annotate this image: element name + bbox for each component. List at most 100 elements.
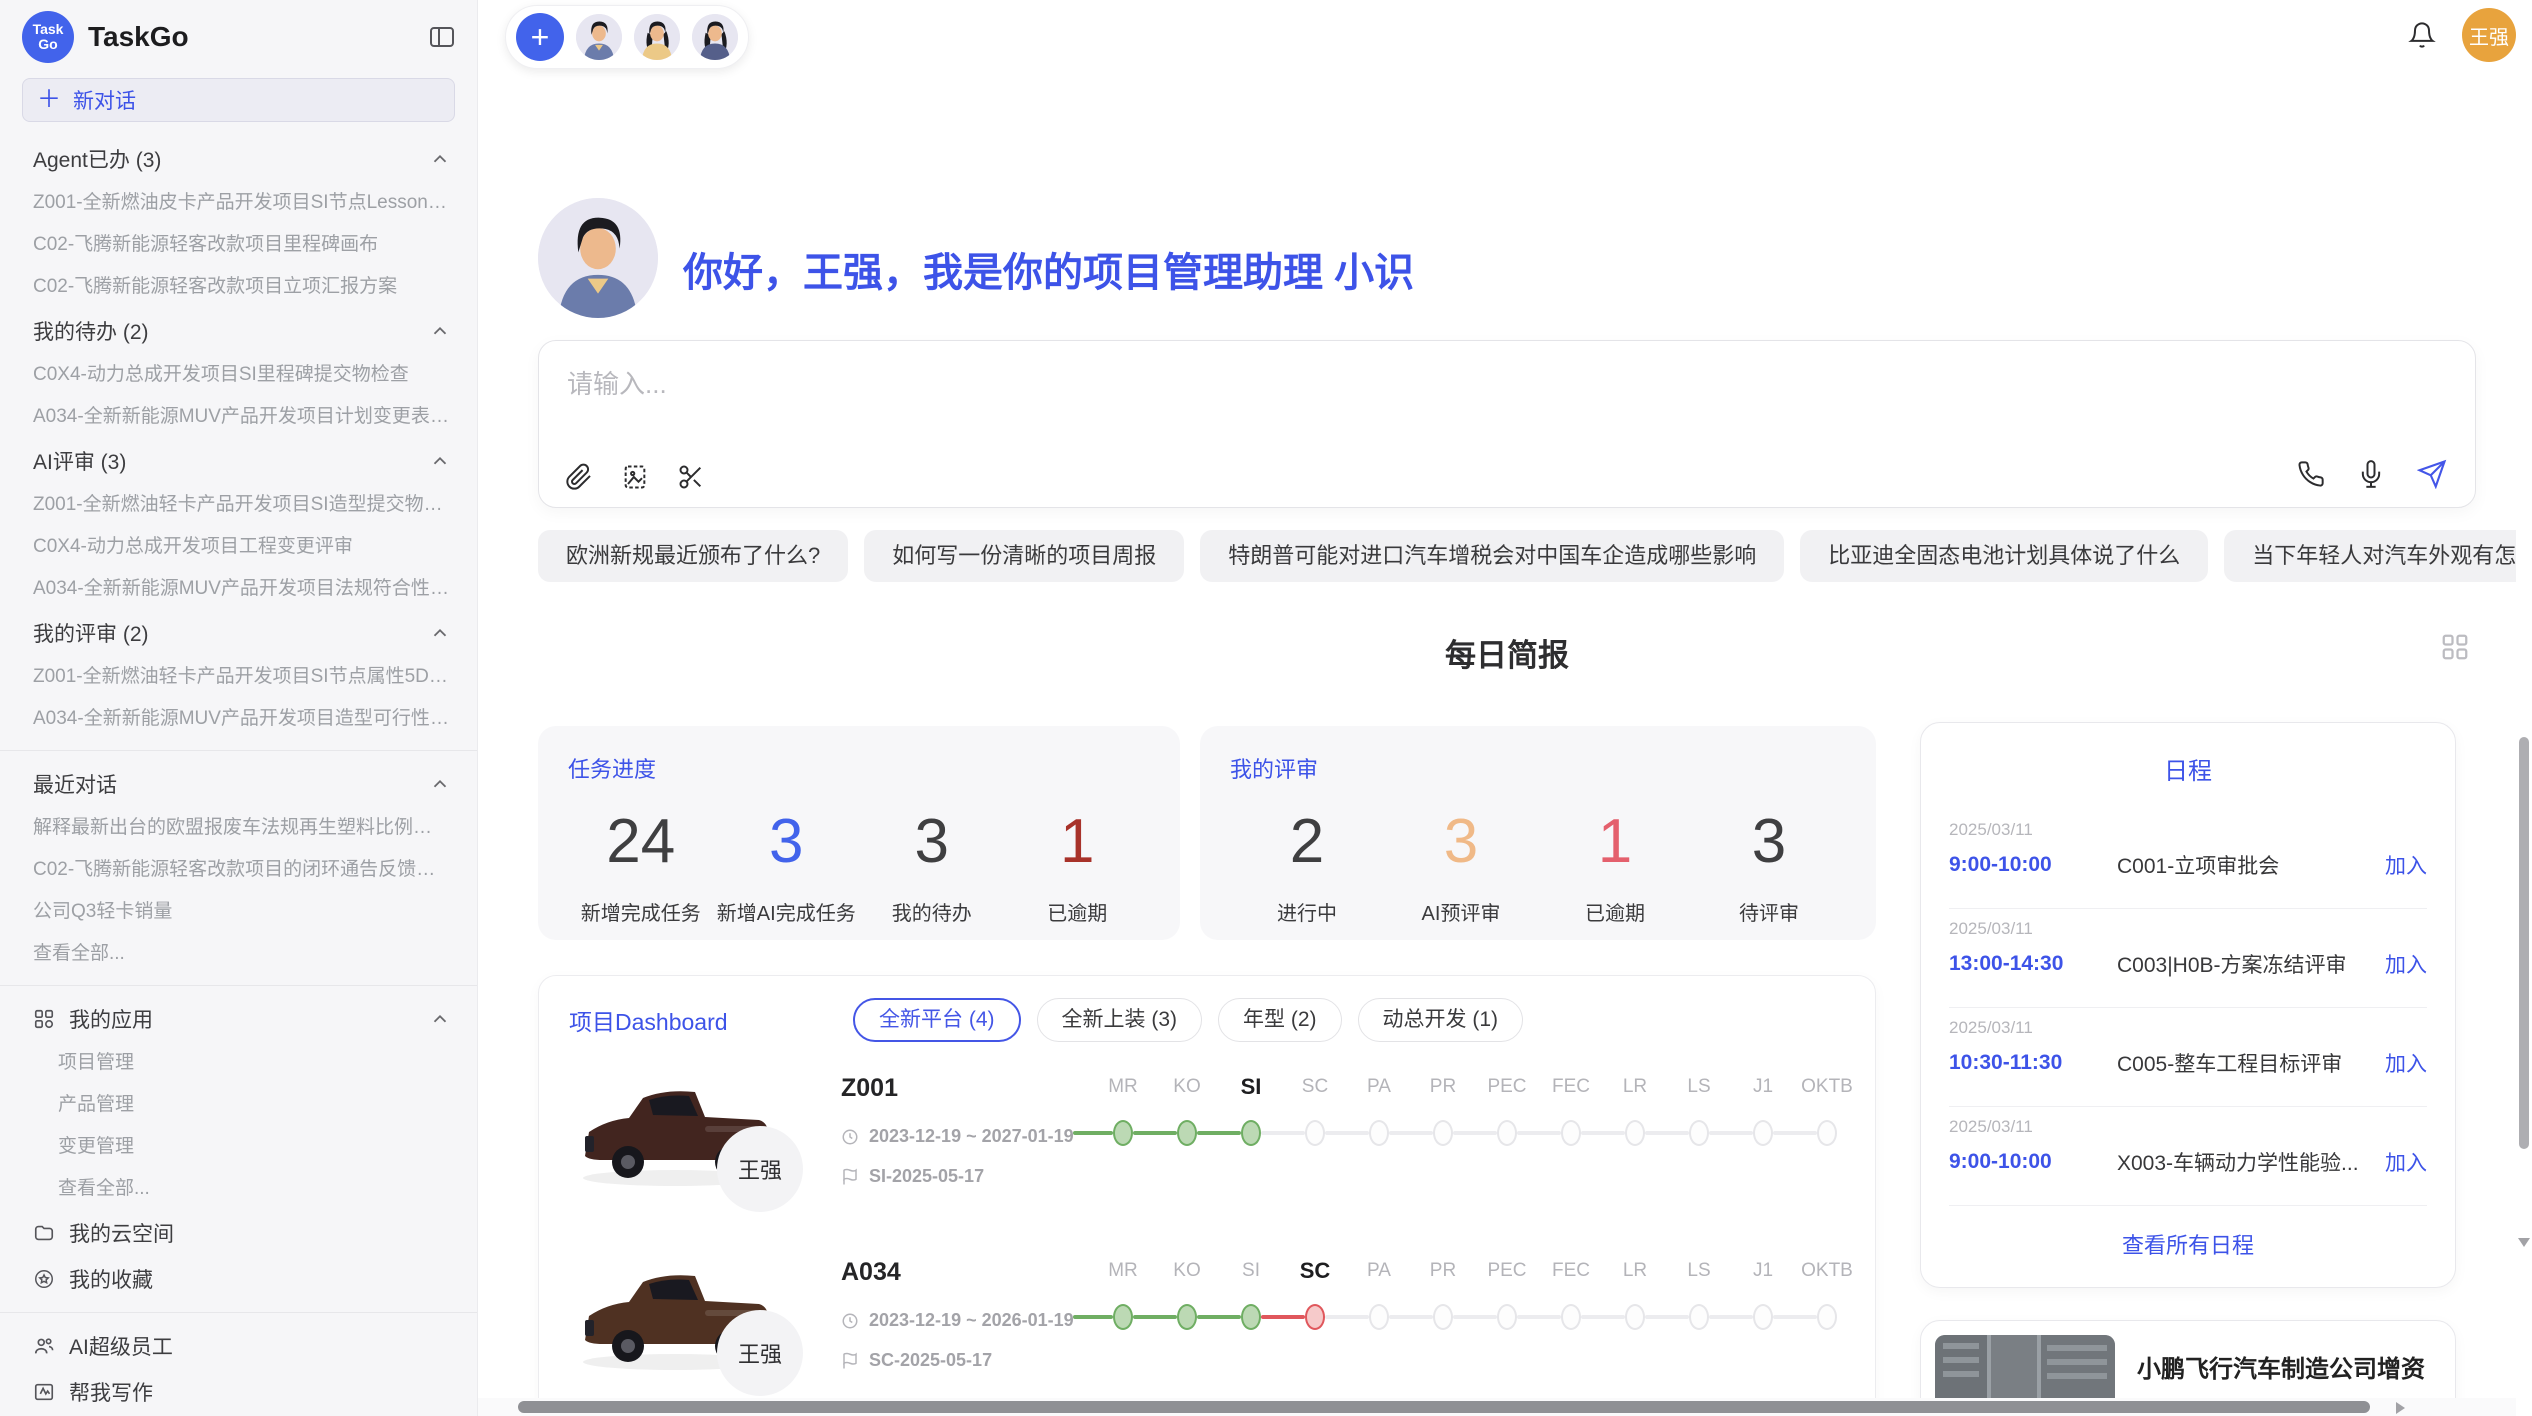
scroll-down-arrow[interactable]	[2518, 1238, 2530, 1247]
sidebar-task-item[interactable]: C02-飞腾新能源轻客改款项目里程碑画布	[0, 224, 477, 266]
chevron-up-icon[interactable]	[429, 1008, 451, 1030]
milestone-node[interactable]	[1113, 1304, 1133, 1330]
stat-item: 3我的待办	[859, 806, 1005, 926]
sidebar-item-cloud-space[interactable]: 我的云空间	[0, 1210, 477, 1256]
new-session-button[interactable]: +	[516, 13, 564, 61]
stat-label: 新增完成任务	[568, 897, 714, 926]
phone-icon[interactable]	[2297, 460, 2325, 488]
sidebar-recent-item[interactable]: 查看全部...	[0, 933, 477, 975]
layout-grid-icon[interactable]	[2440, 632, 2470, 662]
view-all-schedule-link[interactable]: 查看所有日程	[1949, 1206, 2427, 1282]
chat-input[interactable]	[565, 357, 1969, 411]
image-icon[interactable]	[621, 463, 649, 491]
milestone-node[interactable]	[1689, 1304, 1709, 1330]
send-icon[interactable]	[2417, 459, 2447, 489]
join-link[interactable]: 加入	[2385, 850, 2427, 880]
scissors-icon[interactable]	[677, 463, 705, 491]
schedule-date: 2025/03/11	[1949, 1018, 2427, 1038]
collapse-sidebar-icon[interactable]	[429, 25, 455, 49]
milestone-node[interactable]	[1753, 1120, 1773, 1146]
sidebar-app-item[interactable]: 产品管理	[0, 1084, 477, 1126]
sidebar-item-label: 帮我写作	[69, 1377, 451, 1407]
paperclip-icon[interactable]	[565, 463, 593, 491]
suggestion-chip[interactable]: 欧洲新规最近颁布了什么?	[538, 530, 848, 582]
milestone-node[interactable]	[1625, 1120, 1645, 1146]
milestone-node[interactable]	[1241, 1304, 1261, 1330]
join-link[interactable]: 加入	[2385, 1147, 2427, 1177]
sidebar-recent-item[interactable]: 公司Q3轻卡销量	[0, 891, 477, 933]
milestone-node[interactable]	[1433, 1120, 1453, 1146]
agent-avatar-1[interactable]	[576, 14, 622, 60]
input-attachments	[565, 463, 705, 491]
horizontal-scrollbar-thumb[interactable]	[518, 1401, 2370, 1413]
suggestion-chip[interactable]: 特朗普可能对进口汽车增税会对中国车企造成哪些影响	[1200, 530, 1784, 582]
sidebar-item-favorites[interactable]: 我的收藏	[0, 1256, 477, 1302]
scroll-right-arrow[interactable]	[2396, 1402, 2405, 1414]
sidebar-task-item[interactable]: A034-全新新能源MUV产品开发项目计划变更表编写	[0, 396, 477, 438]
milestone-node[interactable]	[1689, 1120, 1709, 1146]
sidebar-recent-item[interactable]: 解释最新出台的欧盟报废车法规再生塑料比例被调至15%...	[0, 807, 477, 849]
sidebar-section-header: 最近对话	[0, 761, 477, 807]
chevron-up-icon[interactable]	[429, 622, 451, 644]
chevron-up-icon[interactable]	[429, 450, 451, 472]
sidebar-task-item[interactable]: C0X4-动力总成开发项目工程变更评审	[0, 526, 477, 568]
sidebar-task-item[interactable]: A034-全新新能源MUV产品开发项目造型可行性评审	[0, 698, 477, 740]
milestone-label: PA	[1347, 1256, 1411, 1286]
schedule-date: 2025/03/11	[1949, 1117, 2427, 1137]
dashboard-filter-chip[interactable]: 全新平台 (4)	[853, 998, 1021, 1042]
milestone-node[interactable]	[1305, 1120, 1325, 1146]
milestone-node[interactable]	[1177, 1304, 1197, 1330]
join-link[interactable]: 加入	[2385, 1048, 2427, 1078]
suggestion-chip[interactable]: 当下年轻人对汽车外观有怎样的喜好趋势	[2224, 530, 2532, 582]
milestone-node[interactable]	[1369, 1120, 1389, 1146]
milestone-node[interactable]	[1241, 1120, 1261, 1146]
vertical-scrollbar-thumb[interactable]	[2519, 737, 2529, 1149]
sidebar-section-header: 我的评审 (2)	[0, 610, 477, 656]
sidebar-app-item[interactable]: 查看全部...	[0, 1168, 477, 1210]
user-avatar[interactable]: 王强	[2462, 8, 2516, 62]
sidebar-item-my-apps[interactable]: 我的应用	[0, 996, 477, 1042]
sidebar-task-item[interactable]: A034-全新新能源MUV产品开发项目法规符合性评审	[0, 568, 477, 610]
sidebar-item-help-writing[interactable]: 帮我写作	[0, 1369, 477, 1415]
dashboard-filter-chip[interactable]: 全新上装 (3)	[1037, 998, 1203, 1042]
milestone-node[interactable]	[1433, 1304, 1453, 1330]
dashboard-filter-chip[interactable]: 年型 (2)	[1218, 998, 1342, 1042]
new-chat-button[interactable]: ＋ 新对话	[22, 78, 455, 122]
chevron-up-icon[interactable]	[429, 148, 451, 170]
milestone-node[interactable]	[1369, 1304, 1389, 1330]
sidebar-task-item[interactable]: Z001-全新燃油皮卡产品开发项目SI节点Lesson Learn报告	[0, 182, 477, 224]
suggestion-chip[interactable]: 如何写一份清晰的项目周报	[864, 530, 1184, 582]
milestone-node[interactable]	[1817, 1304, 1837, 1330]
schedule-row: 9:00-10:00X003-车辆动力学性能验...加入	[1949, 1147, 2427, 1177]
milestone-node[interactable]	[1497, 1304, 1517, 1330]
milestone-node[interactable]	[1497, 1120, 1517, 1146]
sidebar-app-item[interactable]: 变更管理	[0, 1126, 477, 1168]
sidebar-task-item[interactable]: Z001-全新燃油轻卡产品开发项目SI节点属性5D文件评审	[0, 656, 477, 698]
chevron-up-icon[interactable]	[429, 773, 451, 795]
dashboard-filter-chip[interactable]: 动总开发 (1)	[1358, 998, 1524, 1042]
agent-avatar-3[interactable]	[692, 14, 738, 60]
sidebar-recent-item[interactable]: C02-飞腾新能源轻客改款项目的闭环通告反馈情况	[0, 849, 477, 891]
milestone-node[interactable]	[1177, 1120, 1197, 1146]
stat-card-title: 我的评审	[1230, 752, 1846, 784]
milestone-node[interactable]	[1305, 1304, 1325, 1330]
project-owner-avatar: 王强	[717, 1310, 803, 1396]
sidebar-item-ai-employee[interactable]: AI超级员工	[0, 1323, 477, 1369]
join-link[interactable]: 加入	[2385, 949, 2427, 979]
session-switcher: +	[505, 5, 749, 69]
milestone-node[interactable]	[1561, 1304, 1581, 1330]
microphone-icon[interactable]	[2357, 460, 2385, 488]
notification-bell-icon[interactable]	[2408, 21, 2436, 49]
milestone-node[interactable]	[1625, 1304, 1645, 1330]
milestone-node[interactable]	[1113, 1120, 1133, 1146]
agent-avatar-2[interactable]	[634, 14, 680, 60]
sidebar-task-item[interactable]: C0X4-动力总成开发项目SI里程碑提交物检查	[0, 354, 477, 396]
milestone-node[interactable]	[1817, 1120, 1837, 1146]
suggestion-chip[interactable]: 比亚迪全固态电池计划具体说了什么	[1800, 530, 2208, 582]
sidebar-app-item[interactable]: 项目管理	[0, 1042, 477, 1084]
milestone-node[interactable]	[1753, 1304, 1773, 1330]
milestone-node[interactable]	[1561, 1120, 1581, 1146]
sidebar-task-item[interactable]: C02-飞腾新能源轻客改款项目立项汇报方案	[0, 266, 477, 308]
sidebar-task-item[interactable]: Z001-全新燃油轻卡产品开发项目SI造型提交物评审	[0, 484, 477, 526]
chevron-up-icon[interactable]	[429, 320, 451, 342]
